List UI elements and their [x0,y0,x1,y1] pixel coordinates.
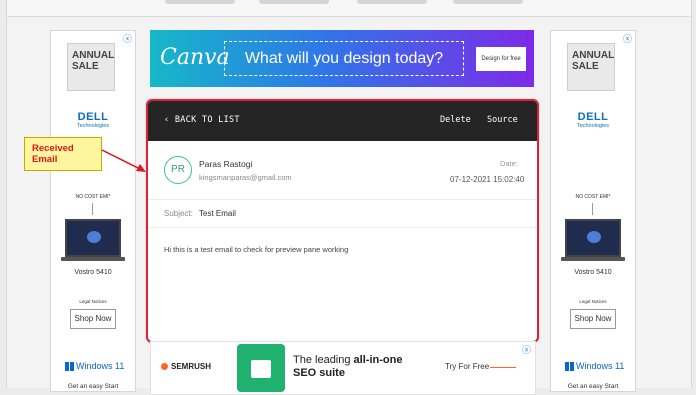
tab-stub[interactable] [453,0,523,4]
brand-name: SEMRUSH [171,362,212,371]
laptop-image [561,219,625,261]
design-for-free-button[interactable]: Design for free [476,47,526,71]
tagline-bold: all-in-one [353,354,403,366]
ad-close-icon[interactable]: ⓧ [623,32,632,45]
ad-footer-text: Get an easy Start [567,383,619,390]
top-strip [7,0,691,17]
left-ad[interactable]: ⓧ ANNUAL SALE DELL Technologies NO COST … [50,30,136,392]
callout-line: Received [32,143,74,154]
delete-button[interactable]: Delete [440,115,471,125]
email-preview-panel: ‹ BACK TO LIST Delete Source PR Paras Ra… [146,99,539,343]
divider [148,227,537,228]
brand-sub: Technologies [76,123,110,129]
offer-text: NO COST EMI* [575,194,611,200]
arrow-right-icon [490,367,516,368]
banner-tagline: The leading all-in-one SEO suite [293,354,402,380]
canva-logo: Canva [160,45,230,70]
ad-close-icon[interactable]: ⓧ [123,32,132,45]
arrow-down-icon [92,203,93,215]
email-body: Hi this is a test email to check for pre… [164,245,349,254]
tab-stub[interactable] [259,0,329,4]
email-toolbar: ‹ BACK TO LIST Delete Source [148,101,537,141]
dell-logo: DELL Technologies [51,111,135,129]
divider [148,199,537,200]
received-email-callout: Received Email [24,137,102,171]
shop-now-button[interactable]: Shop Now [570,309,616,329]
sender-name: Paras Rastogi [199,159,253,169]
windows-logo: Windows 11 [565,361,625,372]
ad-footer-text: Get an easy Start [67,383,119,390]
semrush-banner[interactable]: ⓧ SEMRUSH The leading all-in-one SEO sui… [150,341,536,395]
semrush-logo: SEMRUSH [161,362,211,371]
laptop-image [61,219,125,261]
semrush-icon [161,363,168,371]
source-button[interactable]: Source [487,115,518,125]
offer-text: NO COST EMI* [75,194,111,200]
subject-value: Test Email [199,209,236,218]
tab-stub[interactable] [357,0,427,4]
shop-now-button[interactable]: Shop Now [70,309,116,329]
right-ad[interactable]: ⓧ ANNUAL SALE DELL Technologies NO COST … [550,30,636,392]
sender-email: kingsmanparas@gmail.com [199,173,292,182]
banner-headline: What will you design today? [224,41,464,76]
tagline-part: The leading [293,354,354,366]
brand-sub: Technologies [576,123,610,129]
sale-badge: ANNUAL SALE [567,43,615,91]
legal-link[interactable]: Legal Notices [551,299,635,304]
os-name: Windows 11 [76,361,125,371]
date-value: 07-12-2021 15:02:40 [450,175,525,184]
arrow-down-icon [592,203,593,215]
sale-badge: ANNUAL SALE [67,43,115,91]
brand-name: DELL [577,111,609,123]
windows-icon [565,362,574,372]
date-label: Date: [500,159,518,168]
model-name: Vostro 5410 [574,269,612,276]
callout-line: Email [32,154,58,165]
windows-logo: Windows 11 [65,361,125,372]
brand-name: DELL [77,111,109,123]
dell-logo: DELL Technologies [551,111,635,129]
subject-label: Subject: [164,209,193,218]
try-for-free-button[interactable]: Try For Free [445,362,489,371]
back-to-list-button[interactable]: ‹ BACK TO LIST [164,115,240,125]
windows-icon [65,362,74,372]
ad-close-icon[interactable]: ⓧ [522,343,531,356]
tagline-line2: SEO suite [293,367,345,379]
seo-illustration [237,344,285,392]
canva-banner[interactable]: Canva What will you design today? Design… [150,30,534,87]
avatar: PR [164,156,192,184]
os-name: Windows 11 [576,361,625,371]
legal-link[interactable]: Legal Notices [51,299,135,304]
tab-stub[interactable] [165,0,235,4]
model-name: Vostro 5410 [74,269,112,276]
